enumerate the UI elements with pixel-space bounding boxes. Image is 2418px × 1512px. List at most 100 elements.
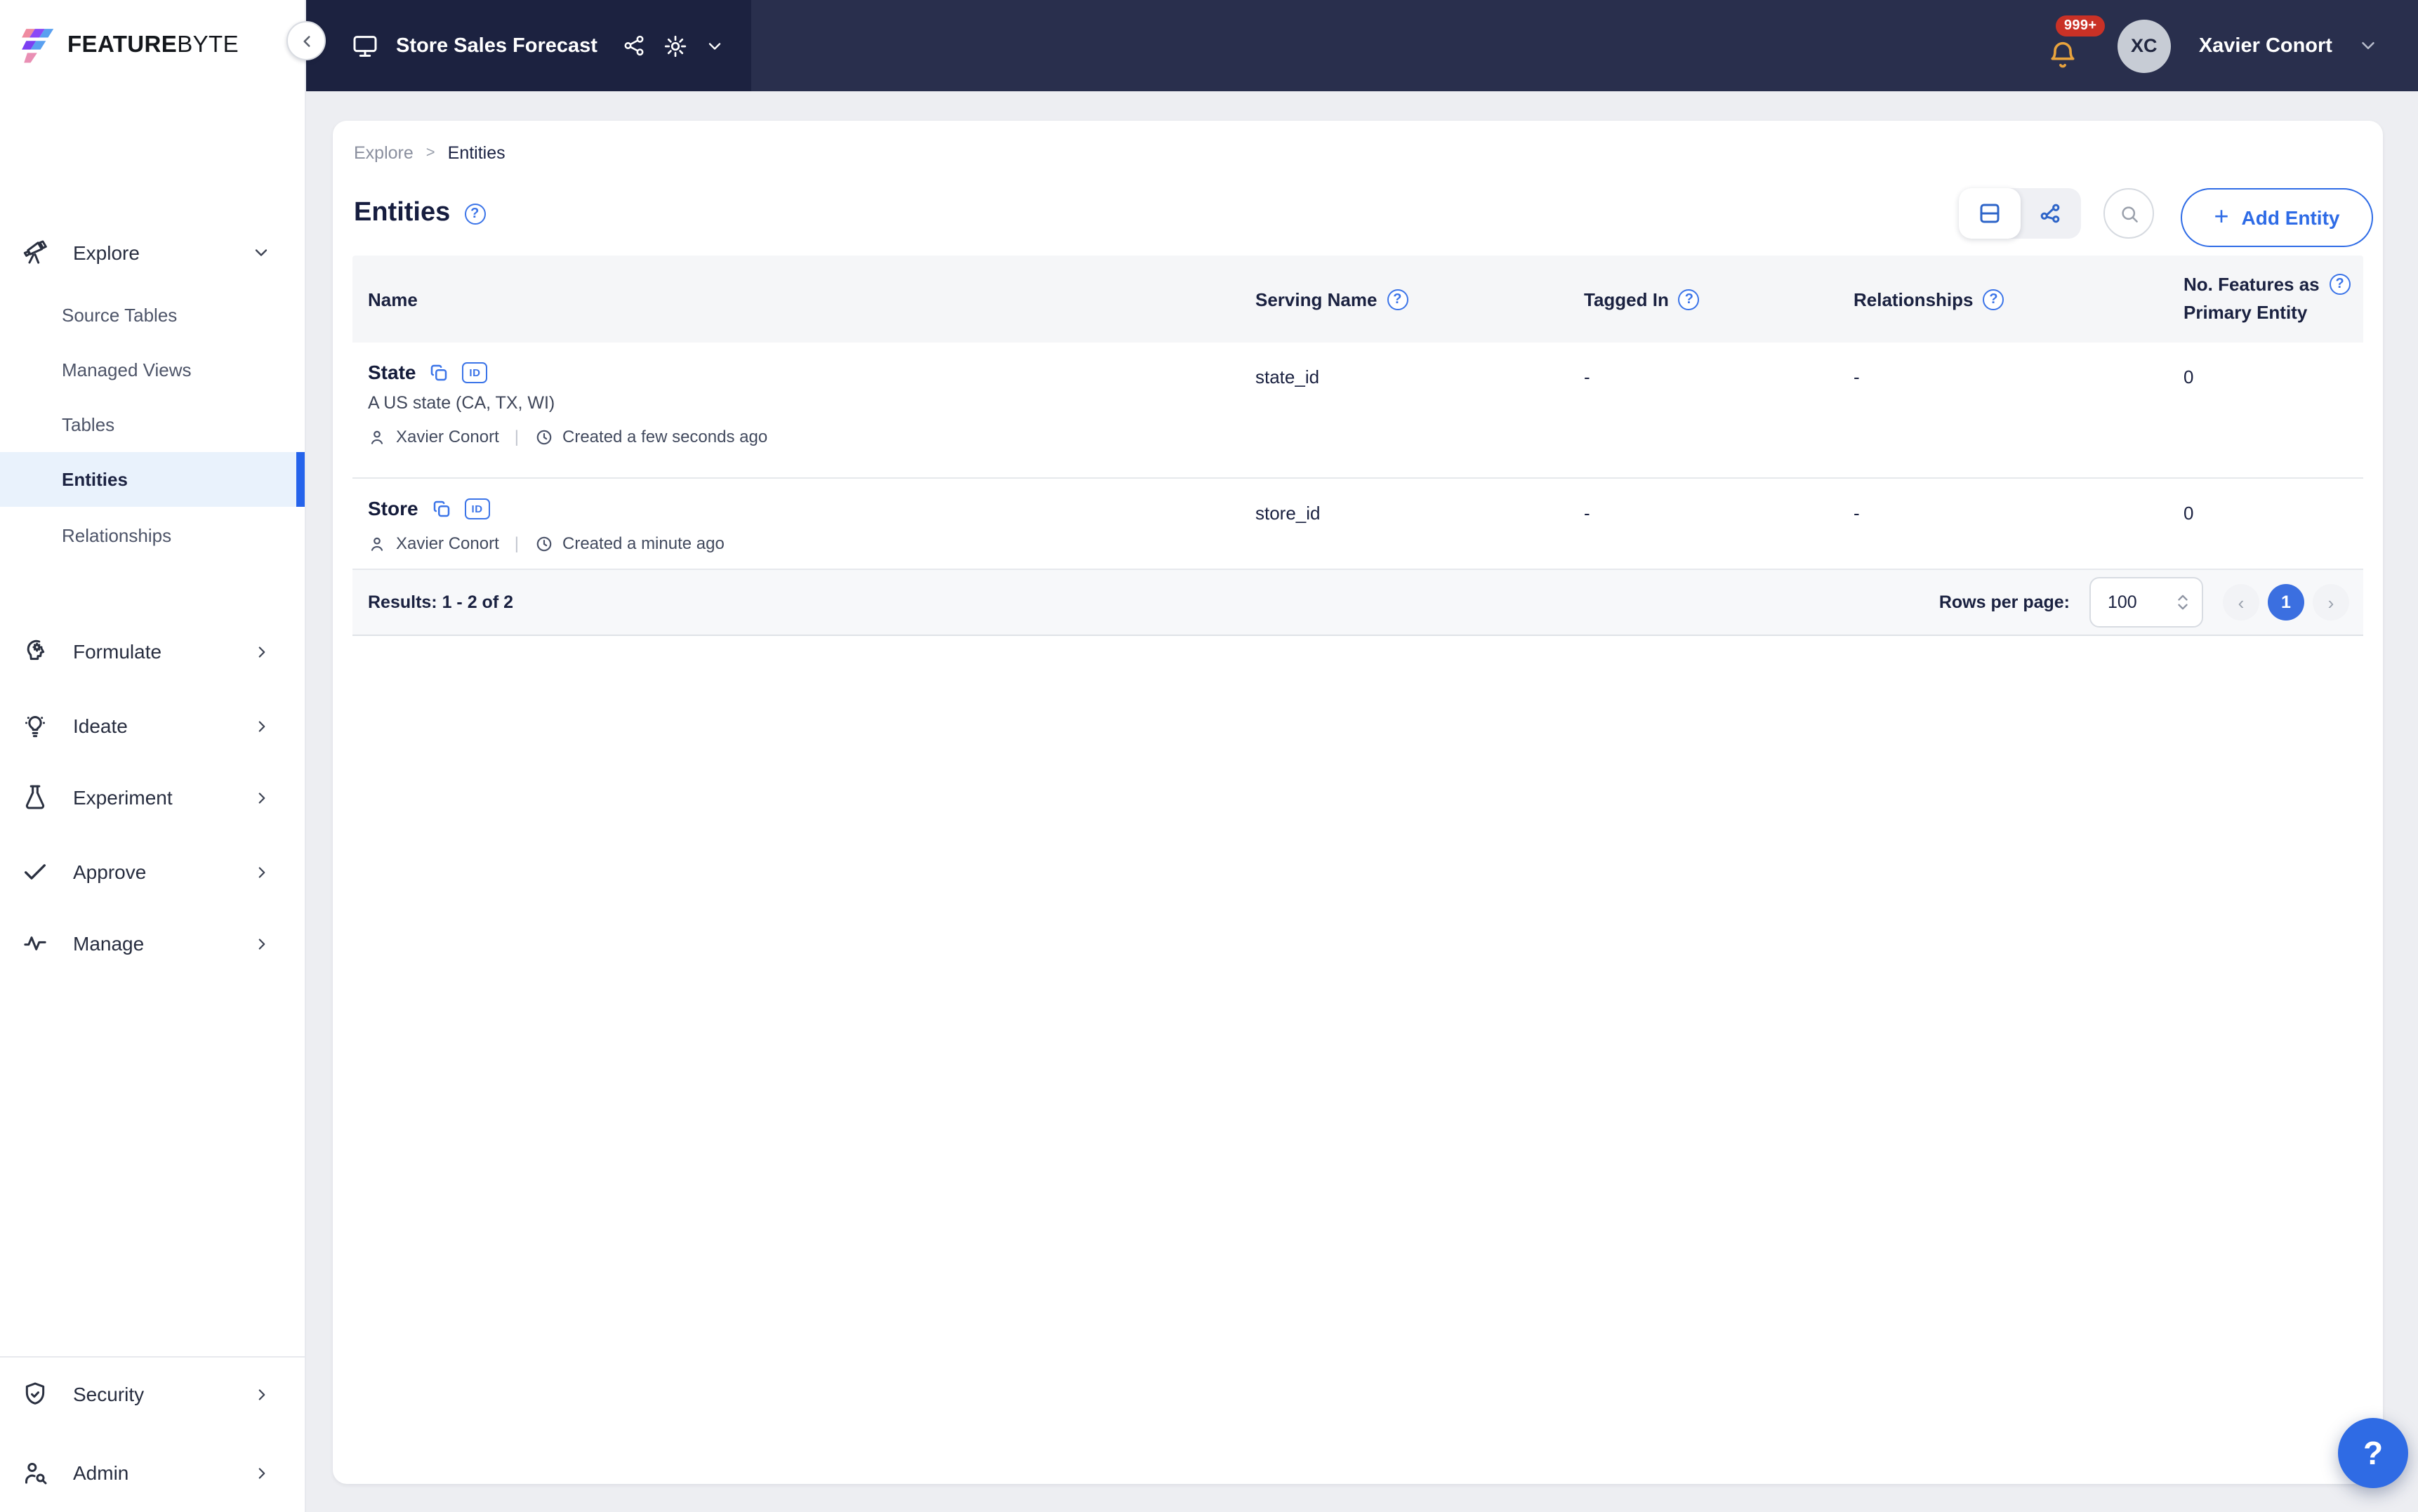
entity-name-cell: Store ID Xavier Conort | Created a minut… [352,479,1248,553]
graph-view-toggle[interactable] [2020,188,2081,239]
chevron-right-icon [253,788,271,807]
entity-meta: Xavier Conort | Created a few seconds ag… [368,427,1248,446]
entities-table: Name Serving Name ? Tagged In ? Relation… [352,256,2363,636]
sidebar-item-ideate[interactable]: Ideate [0,699,305,752]
help-icon[interactable]: ? [1983,289,2004,310]
meta-separator: | [515,427,519,446]
column-header-features: No. Features as ? Primary Entity [2176,271,2363,328]
table-view-toggle[interactable] [1959,188,2020,239]
table-row[interactable]: Store ID Xavier Conort | Created a minut… [352,479,2363,570]
table-view-icon [1977,201,2002,226]
created-time: Created a minute ago [562,533,725,553]
features-count-cell: 0 [2176,479,2363,524]
previous-page-button[interactable]: ‹ [2223,584,2259,621]
copy-icon[interactable] [431,498,452,519]
telescope-icon [21,239,49,267]
logo-wordmark: FEATUREBYTE [67,32,239,59]
features-count-cell: 0 [2176,343,2363,387]
sidebar-item-relationships[interactable]: Relationships [0,508,305,563]
chevron-down-icon [251,243,271,263]
notifications-button[interactable]: 999+ [2044,18,2087,74]
chevron-right-icon [253,1464,271,1482]
app-root: Store Sales Forecast 999+ XC Xavier Cono… [0,0,2418,1512]
sidebar: FEATUREBYTE Explore Source Tables Manage… [0,0,306,1512]
column-header-relationships: Relationships ? [1846,289,2176,310]
rows-per-page-label: Rows per page: [1939,592,2070,612]
collapse-sidebar-button[interactable] [286,21,326,60]
table-header: Name Serving Name ? Tagged In ? Relation… [352,256,2363,343]
relationships-cell: - [1846,479,2176,524]
serving-name-cell: store_id [1248,479,1577,524]
user-search-icon [21,1459,49,1487]
search-button[interactable] [2103,188,2154,239]
rows-per-page-select[interactable]: 100 [2089,577,2203,628]
check-icon [21,858,49,886]
chevron-down-icon[interactable] [706,36,725,55]
share-icon[interactable] [623,34,647,58]
sidebar-item-admin[interactable]: Admin [0,1446,305,1499]
sidebar-item-tables[interactable]: Tables [0,397,305,452]
entity-name-cell: State ID A US state (CA, TX, WI) Xavier … [352,343,1248,446]
logo[interactable]: FEATUREBYTE [0,0,305,91]
catalog-switcher[interactable]: Store Sales Forecast [306,0,751,91]
help-icon[interactable]: ? [1387,289,1408,310]
add-entity-button[interactable]: + Add Entity [2181,188,2373,247]
entity-name[interactable]: Store [368,497,418,519]
page-number-button[interactable]: 1 [2268,584,2304,621]
help-icon[interactable]: ? [464,203,485,224]
sidebar-item-manage[interactable]: Manage [0,917,305,970]
activity-icon [21,929,49,957]
help-icon[interactable]: ? [1679,289,1700,310]
breadcrumb: Explore > Entities [354,142,506,164]
user-icon [368,534,386,552]
monitor-icon [351,32,379,60]
owner-name: Xavier Conort [396,427,499,446]
sidebar-item-formulate[interactable]: Formulate [0,625,305,678]
avatar[interactable]: XC [2118,19,2171,72]
entity-name[interactable]: State [368,361,416,383]
flask-icon [21,783,49,811]
sidebar-item-explore[interactable]: Explore [0,226,305,279]
help-fab-button[interactable]: ? [2338,1418,2408,1488]
plus-icon: + [2214,204,2228,229]
breadcrumb-separator: > [426,145,435,161]
sidebar-item-managed-views[interactable]: Managed Views [0,343,305,397]
sidebar-divider [0,1356,305,1358]
graph-view-icon [2038,201,2063,226]
column-header-tagged-in: Tagged In ? [1577,289,1846,310]
user-menu-chevron-icon[interactable] [2358,35,2379,56]
sidebar-item-experiment[interactable]: Experiment [0,771,305,824]
copy-icon[interactable] [428,362,449,383]
user-icon [368,427,386,446]
id-badge-icon[interactable]: ID [462,362,487,383]
table-row[interactable]: State ID A US state (CA, TX, WI) Xavier … [352,343,2363,479]
pager: ‹ 1 › [2223,584,2349,621]
sidebar-item-approve[interactable]: Approve [0,845,305,898]
bell-icon [2047,40,2078,71]
notification-badge: 999+ [2056,15,2106,36]
entity-description: A US state (CA, TX, WI) [368,393,1248,413]
sidebar-item-source-tables[interactable]: Source Tables [0,288,305,343]
sidebar-item-entities[interactable]: Entities [0,452,305,507]
owner-name: Xavier Conort [396,533,499,553]
gear-icon[interactable] [663,33,689,58]
chevron-right-icon [253,934,271,953]
help-icon[interactable]: ? [2330,274,2351,296]
chevron-right-icon [253,642,271,661]
tagged-in-cell: - [1577,343,1846,387]
search-icon [2118,203,2139,224]
tagged-in-cell: - [1577,479,1846,524]
breadcrumb-parent[interactable]: Explore [354,143,414,163]
page-title: Entities ? [354,198,485,229]
id-badge-icon[interactable]: ID [465,498,490,519]
results-count: Results: 1 - 2 of 2 [368,592,513,612]
catalog-name: Store Sales Forecast [396,34,597,57]
pagination-controls: Rows per page: 100 ‹ 1 › [1939,577,2349,628]
title-row: Entities ? + Add Entity [354,188,2362,247]
user-name: Xavier Conort [2199,34,2332,57]
table-footer: Results: 1 - 2 of 2 Rows per page: 100 ‹… [352,570,2363,636]
chevron-right-icon [253,863,271,881]
next-page-button[interactable]: › [2313,584,2349,621]
chevron-right-icon [253,717,271,735]
sidebar-item-security[interactable]: Security [0,1367,305,1421]
